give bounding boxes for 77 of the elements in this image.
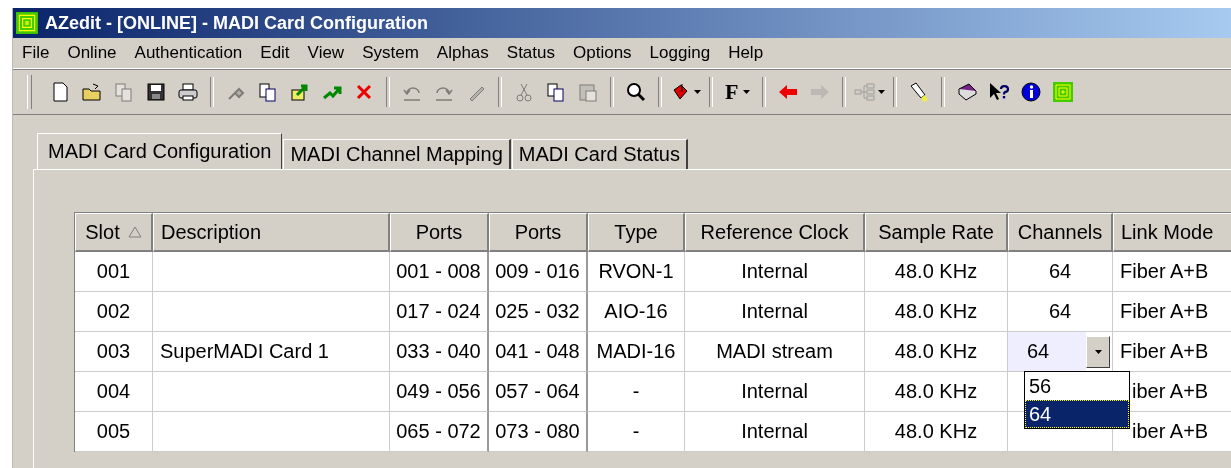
table-cell: 003 (75, 332, 153, 372)
table-cell: Internal (685, 372, 865, 412)
column-header[interactable]: Description (153, 213, 390, 252)
table-cell: 005 (75, 412, 153, 452)
table-cell: - (588, 372, 685, 412)
table-cell: Internal (685, 252, 865, 292)
menu-item[interactable]: Help (719, 43, 773, 63)
tab[interactable]: MADI Card Status (511, 139, 688, 169)
copy-icon[interactable] (545, 81, 567, 103)
network-tree-icon (854, 81, 877, 103)
font-button[interactable]: F (721, 79, 755, 105)
table-cell: Internal (685, 412, 865, 452)
clipboard-icon[interactable] (257, 81, 279, 103)
table-cell: Fiber A+B (1113, 252, 1231, 292)
column-header[interactable]: Link Mode (1113, 213, 1231, 252)
menu-item[interactable]: Logging (640, 43, 720, 63)
menu-item[interactable]: Edit (251, 43, 299, 63)
help-pointer-icon[interactable] (988, 81, 1011, 103)
table-cell: 073 - 080 (489, 412, 588, 452)
search-icon[interactable] (625, 81, 647, 103)
printer-icon[interactable] (177, 81, 199, 103)
table-cell: 48.0 KHz (865, 372, 1008, 412)
dropdown-button[interactable] (1086, 335, 1110, 368)
table-cell: - (588, 412, 685, 452)
table-cell: 017 - 024 (390, 292, 489, 332)
tab[interactable]: MADI Card Configuration (37, 133, 283, 169)
table-cell: SuperMADI Card 1 (153, 332, 390, 372)
table-cell: 48.0 KHz (865, 292, 1008, 332)
info-icon[interactable] (1020, 81, 1043, 103)
table-cell: 48.0 KHz (865, 412, 1008, 452)
table-cell: 025 - 032 (489, 292, 588, 332)
table-cell: Fiber A+B (1113, 292, 1231, 332)
table-cell: Internal (685, 292, 865, 332)
caret-icon (694, 90, 701, 94)
column-header[interactable]: Reference Clock (685, 213, 865, 252)
caret-icon (878, 90, 886, 94)
table-cell: 009 - 016 (489, 252, 588, 292)
tab[interactable]: MADI Channel Mapping (283, 139, 511, 169)
caret-icon (1094, 349, 1102, 354)
table-cell: 004 (75, 372, 153, 412)
table-cell: MADI-16 (588, 332, 685, 372)
dropdown-option[interactable]: 56 (1025, 372, 1129, 400)
menu-item[interactable]: Status (497, 43, 564, 63)
table-cell: 065 - 072 (390, 412, 489, 452)
caret-icon (743, 90, 751, 94)
table-cell: 057 - 064 (489, 372, 588, 412)
table-cell: AIO-16 (588, 292, 685, 332)
column-header[interactable]: Ports (390, 213, 489, 252)
menu-item[interactable]: System (353, 43, 428, 63)
menu-item[interactable]: File (13, 43, 59, 63)
table-cell: 041 - 048 (489, 332, 588, 372)
table-cell: 001 - 008 (390, 252, 489, 292)
table-cell: 002 (75, 292, 153, 332)
column-header[interactable]: Type (588, 213, 685, 252)
column-header[interactable]: Slot (75, 213, 153, 252)
menu-item[interactable]: Options (564, 43, 641, 63)
table-cell: RVON-1 (588, 252, 685, 292)
table-cell: 033 - 040 (390, 332, 489, 372)
app-logo-icon (15, 11, 39, 35)
table-cell: 049 - 056 (390, 372, 489, 412)
column-header[interactable]: Ports (489, 213, 588, 252)
menu-item[interactable]: Authentication (125, 43, 252, 63)
window-title: AZedit - [ONLINE] - MADI Card Configuration (45, 12, 428, 34)
table-cell: 48.0 KHz (865, 252, 1008, 292)
column-header[interactable]: Sample Rate (865, 213, 1008, 252)
table-cell: Fiber A+B (1113, 332, 1231, 372)
menu-item[interactable]: View (298, 43, 354, 63)
table-cell: MADI stream (685, 332, 865, 372)
dropdown-option[interactable]: 64 (1025, 400, 1129, 428)
channels-combo-field[interactable]: 64 (1008, 332, 1086, 371)
column-header[interactable]: Channels (1008, 213, 1113, 252)
table-cell: 001 (75, 252, 153, 292)
menu-item[interactable]: Alphas (427, 43, 498, 63)
menu-item[interactable]: Online (58, 43, 126, 63)
flashlight-icon[interactable] (908, 81, 931, 103)
open-folder-icon[interactable] (81, 81, 103, 103)
table-cell: 64 (1008, 252, 1113, 292)
